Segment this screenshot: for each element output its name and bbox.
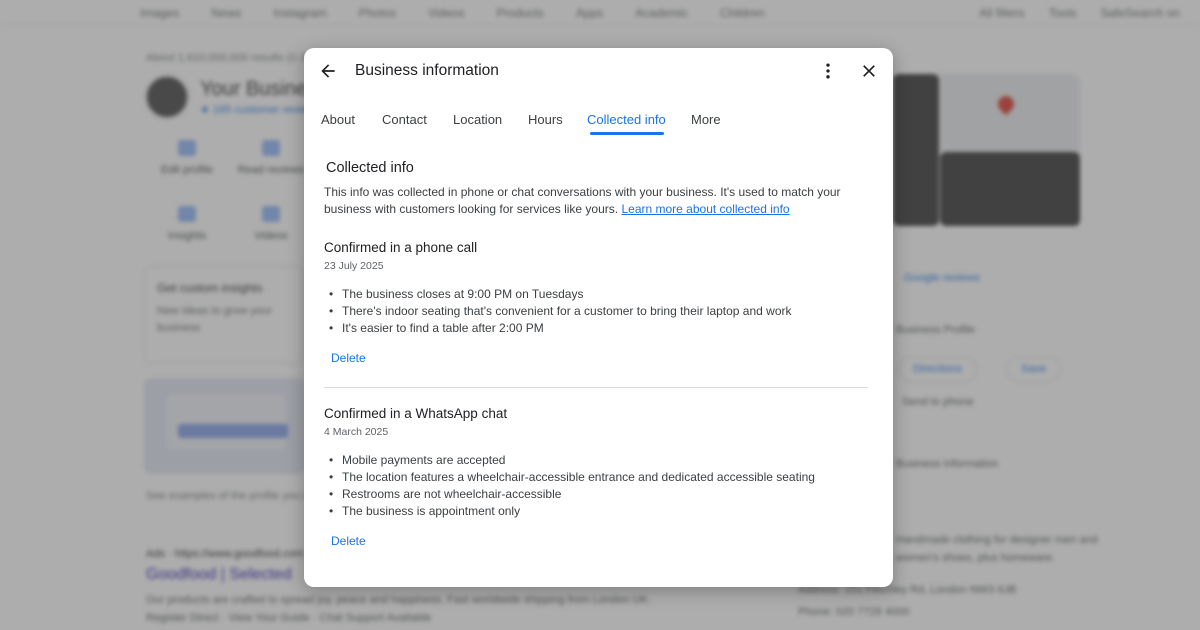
list-item: The business is appointment only <box>324 503 871 520</box>
entry-date: 4 March 2025 <box>324 426 389 438</box>
close-button[interactable] <box>853 55 885 87</box>
list-item: There's indoor seating that's convenient… <box>324 303 871 320</box>
entry-items: The business closes at 9:00 PM on Tuesda… <box>324 286 871 337</box>
dialog-title: Business information <box>355 62 499 79</box>
tab-contact[interactable]: Contact <box>382 112 427 127</box>
delete-button[interactable]: Delete <box>331 534 366 548</box>
list-item: The business closes at 9:00 PM on Tuesda… <box>324 286 871 303</box>
entry-divider <box>324 387 868 388</box>
learn-more-link[interactable]: Learn more about collected info <box>621 202 789 216</box>
tab-collected-info[interactable]: Collected info <box>587 112 666 127</box>
more-vert-icon <box>826 63 830 79</box>
list-item: The location features a wheelchair-acces… <box>324 469 871 486</box>
more-options-button[interactable] <box>812 55 844 87</box>
collected-entry: Confirmed in a WhatsApp chat 4 March 202… <box>324 406 871 550</box>
dialog-content: Collected info This info was collected i… <box>324 160 871 550</box>
active-tab-indicator <box>590 132 664 135</box>
tab-about[interactable]: About <box>321 112 355 127</box>
business-information-dialog: Business information About Contact Locat… <box>304 48 893 587</box>
section-description: This info was collected in phone or chat… <box>324 184 871 218</box>
tab-more[interactable]: More <box>691 112 721 127</box>
entry-date: 23 July 2025 <box>324 260 384 272</box>
collected-entry: Confirmed in a phone call 23 July 2025 T… <box>324 240 871 367</box>
close-icon <box>863 65 875 77</box>
delete-button[interactable]: Delete <box>331 351 366 365</box>
back-button[interactable] <box>312 55 344 87</box>
arrow-left-icon <box>321 64 335 78</box>
entry-title: Confirmed in a WhatsApp chat <box>324 406 508 421</box>
tab-hours[interactable]: Hours <box>528 112 563 127</box>
dialog-header: Business information <box>304 48 893 96</box>
section-title: Collected info <box>326 160 414 176</box>
list-item: Mobile payments are accepted <box>324 452 871 469</box>
entry-title: Confirmed in a phone call <box>324 240 478 255</box>
list-item: It's easier to find a table after 2:00 P… <box>324 320 871 337</box>
list-item: Restrooms are not wheelchair-accessible <box>324 486 871 503</box>
entry-items: Mobile payments are accepted The locatio… <box>324 452 871 520</box>
tab-location[interactable]: Location <box>453 112 502 127</box>
